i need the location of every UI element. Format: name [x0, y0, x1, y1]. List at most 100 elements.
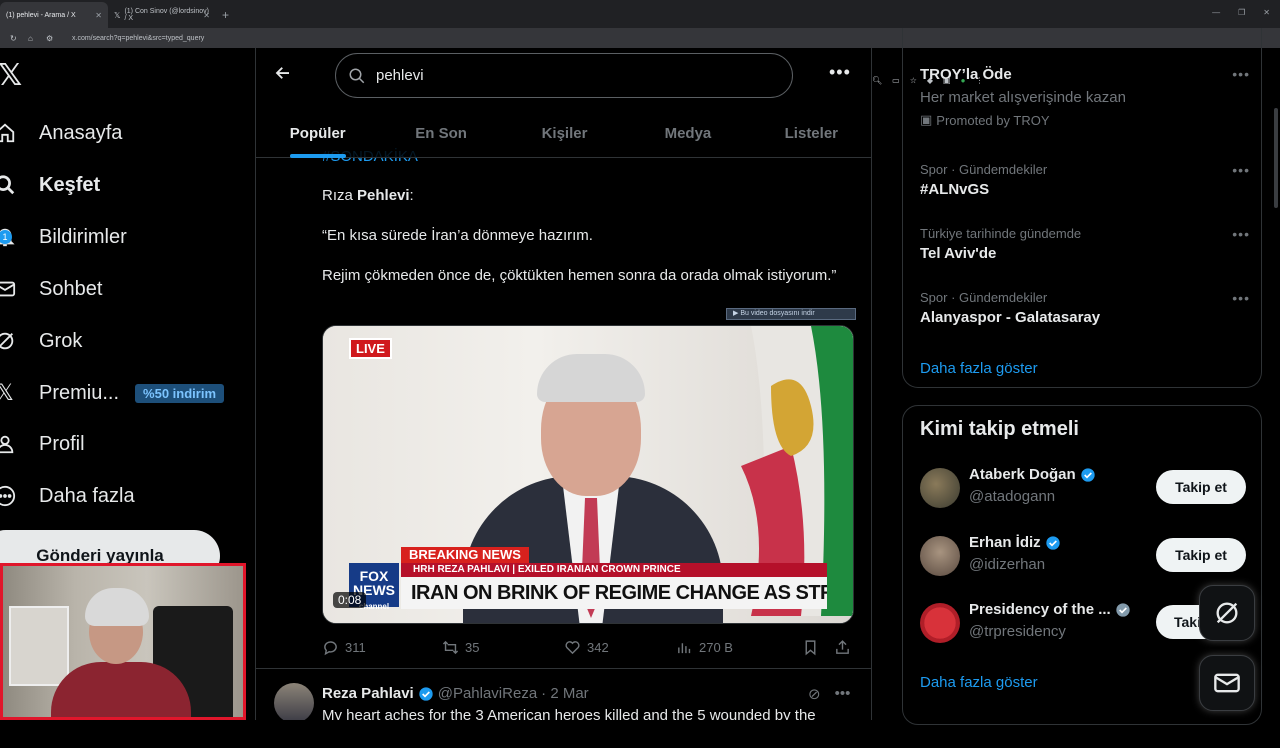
more-options-icon[interactable]: ••• — [1232, 226, 1250, 242]
messages-floating-button[interactable] — [1199, 655, 1255, 711]
close-icon[interactable]: ✕ — [203, 11, 210, 20]
breaking-news-label: BREAKING NEWS — [401, 547, 529, 563]
tweet-date: · 2 Mar — [541, 685, 589, 702]
trend-meta: Spor · Gündemdekiler — [920, 162, 1048, 177]
nav-item-explore[interactable]: Keşfet — [0, 165, 100, 205]
nav-item-messages[interactable]: Sohbet — [0, 269, 102, 309]
like-count: 342 — [587, 639, 609, 655]
browser-tab-profile[interactable]: 𝕏 (1) Con Sinov (@lordsinov) / X ✕ — [108, 2, 216, 28]
tab-label: (1) pehlevi - Arama / X — [6, 11, 76, 19]
avatar[interactable] — [920, 603, 960, 643]
author-name[interactable]: Reza Pahlavi — [322, 685, 414, 702]
views-button[interactable]: 270 B — [676, 639, 802, 656]
reply-icon — [324, 640, 337, 655]
more-options-icon[interactable]: ••• — [1232, 290, 1250, 306]
browser-tab-search[interactable]: (1) pehlevi - Arama / X ✕ — [0, 2, 108, 28]
grok-floating-button[interactable] — [1199, 585, 1255, 641]
nav-item-home[interactable]: Anasayfa — [0, 113, 122, 153]
account-name: Erhan İdiz — [969, 534, 1061, 551]
trend-title: #ALNvGS — [920, 181, 990, 198]
share-button[interactable] — [834, 639, 851, 656]
nav-item-premium[interactable]: 𝕏 Premiu... %50 indirim — [0, 373, 224, 413]
tab-people[interactable]: Kişiler — [503, 108, 626, 158]
x-logo-icon[interactable]: 𝕏 — [0, 58, 22, 93]
grok-icon[interactable]: ⊘ — [808, 685, 821, 703]
reply-button[interactable]: 311 — [322, 639, 442, 656]
more-options-icon[interactable]: ••• — [829, 62, 851, 83]
tab-popular[interactable]: Popüler — [256, 108, 379, 158]
account-name-text: Erhan İdiz — [969, 534, 1041, 551]
nav-item-profile[interactable]: Profil — [0, 424, 85, 464]
nav-label: Daha fazla — [39, 484, 135, 507]
video-person-hair — [537, 354, 645, 402]
follow-suggestion[interactable]: Erhan İdiz @idizerhan Takip et — [920, 534, 1246, 578]
minimize-icon[interactable]: — — [1212, 8, 1220, 17]
trend-item[interactable]: Spor · Gündemdekiler #ALNvGS ••• — [920, 162, 1250, 198]
nav-item-notifications[interactable]: 1 Bildirimler — [0, 217, 127, 257]
avatar[interactable] — [274, 683, 314, 720]
video-timestamp: 0:08 — [333, 592, 367, 608]
window-close-icon[interactable]: ✕ — [1263, 8, 1270, 17]
maximize-icon[interactable]: ❐ — [1238, 8, 1245, 17]
more-options-icon[interactable]: ••• — [835, 685, 851, 703]
home-icon — [0, 122, 16, 144]
author-handle[interactable]: @PahlaviReza — [438, 685, 537, 702]
text-span: Rıza — [322, 187, 358, 204]
chyron-subtitle: HRH REZA PAHLAVI | EXILED IRANIAN CROWN … — [401, 563, 827, 577]
tab-lists[interactable]: Listeler — [750, 108, 871, 158]
account-handle: @trpresidency — [969, 623, 1066, 640]
more-circle-icon — [0, 485, 16, 507]
trend-item[interactable]: Spor · Gündemdekiler Alanyaspor - Galata… — [920, 290, 1250, 326]
home-browser-icon[interactable]: ⌂ — [28, 34, 40, 43]
tweet-header: Reza Pahlavi @PahlaviReza · 2 Mar — [322, 685, 589, 702]
search-header: pehlevi ••• Popüler En Son Kişiler Medya… — [256, 48, 871, 158]
right-sidebar: TROY’la Öde Her market alışverişinde kaz… — [872, 28, 1280, 725]
like-button[interactable]: 342 — [564, 639, 676, 656]
tweet-header-icons: ⊘ ••• — [808, 685, 850, 703]
promoted-icon: ▣ — [920, 112, 933, 127]
reload-icon[interactable]: ↻ — [10, 34, 22, 43]
text-bold: Pehlevi — [357, 187, 410, 204]
url-field[interactable]: x.com/search?q=pehlevi&src=typed_query — [72, 35, 204, 42]
account-name: Presidency of the ... — [969, 601, 1131, 618]
verified-gray-badge-icon — [1116, 602, 1130, 617]
repost-count: 35 — [465, 639, 480, 655]
repost-button[interactable]: 35 — [442, 639, 564, 656]
back-arrow-icon[interactable] — [274, 64, 296, 86]
search-input[interactable]: pehlevi — [335, 53, 793, 98]
mail-icon — [0, 278, 16, 300]
new-tab-icon[interactable]: + — [222, 8, 229, 22]
x-favicon-icon: 𝕏 — [114, 10, 121, 20]
tab-latest[interactable]: En Son — [379, 108, 502, 158]
chyron-headline: IRAN ON BRINK OF REGIME CHANGE AS STRIKE… — [401, 577, 827, 609]
show-more-link[interactable]: Daha fazla göster — [920, 360, 1038, 377]
video-download-bar[interactable]: ▶ Bu video dosyasını indir — [726, 308, 856, 320]
avatar[interactable] — [920, 536, 960, 576]
tab-media[interactable]: Medya — [626, 108, 749, 158]
more-options-icon[interactable]: ••• — [1232, 162, 1250, 178]
nav-label: Anasayfa — [39, 121, 123, 144]
trend-item[interactable]: Türkiye tarihinde gündemde Tel Aviv'de •… — [920, 226, 1250, 262]
follow-suggestion[interactable]: Ataberk Doğan @atadogann Takip et — [920, 466, 1246, 510]
account-name-text: Presidency of the ... — [969, 601, 1111, 618]
scrollbar[interactable] — [1274, 108, 1278, 208]
nav-item-more[interactable]: Daha fazla — [0, 476, 135, 516]
follow-suggestion[interactable]: Presidency of the ... @trpresidency Taki — [920, 601, 1246, 645]
follow-button[interactable]: Takip et — [1156, 538, 1246, 572]
avatar[interactable] — [920, 468, 960, 508]
follow-button[interactable]: Takip et — [1156, 470, 1246, 504]
close-icon[interactable]: ✕ — [95, 11, 102, 20]
nav-item-grok[interactable]: Grok — [0, 321, 82, 361]
more-options-icon[interactable]: ••• — [1232, 66, 1250, 82]
video-player[interactable]: LIVE BREAKING NEWS HRH REZA PAHLAVI | EX… — [322, 325, 854, 624]
site-info-icon[interactable]: ⚙ — [46, 34, 58, 43]
bookmark-icon — [805, 639, 816, 655]
promoted-trend[interactable]: TROY’la Öde Her market alışverişinde kaz… — [920, 66, 1250, 128]
window-controls: — ❐ ✕ — [1212, 8, 1270, 17]
tweet-paragraph: Rıza Pehlevi: — [322, 186, 842, 206]
live-badge: LIVE — [349, 338, 392, 359]
reply-count: 311 — [345, 639, 366, 655]
bookmark-button[interactable] — [802, 639, 834, 656]
show-more-link[interactable]: Daha fazla göster — [920, 674, 1038, 691]
nav-label: Sohbet — [39, 277, 103, 300]
